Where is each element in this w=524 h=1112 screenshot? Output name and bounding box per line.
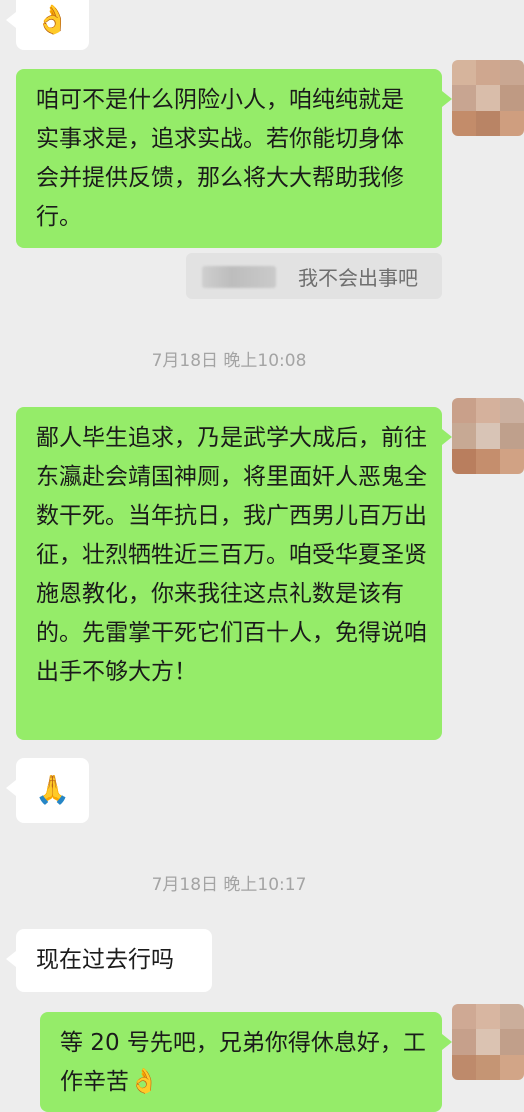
message-timestamp: 7月18日 晚上10:08 — [151, 351, 307, 371]
message-text: 咱可不是什么阴险小人，咱纯纯就是实事求是，追求实战。若你能切身体会并提供反馈，那… — [36, 87, 404, 230]
message-bubble-received[interactable]: 👌 — [6, 0, 89, 50]
message-bubble-sent[interactable]: 等 20 号先吧，兄弟你得休息好，工作辛苦👌 — [40, 1012, 452, 1112]
quoted-text: 我不会出事吧 — [298, 266, 418, 290]
quoted-sender-name-blurred — [202, 266, 276, 288]
message-text: 现在过去行吗 — [36, 947, 174, 973]
message-bubble-sent[interactable]: 鄙人毕生追求，乃是武学大成后，前往东瀛赴会靖国神厕，将里面奸人恶鬼全数干死。当年… — [16, 407, 452, 740]
message-text: 等 20 号先吧，兄弟你得休息好，工作辛苦 — [60, 1030, 426, 1095]
message-bubble-sent[interactable]: 咱可不是什么阴险小人，咱纯纯就是实事求是，追求实战。若你能切身体会并提供反馈，那… — [16, 69, 452, 248]
ok-hand-emoji: 👌 — [35, 3, 70, 36]
message-bubble-received[interactable]: 🙏 — [6, 758, 89, 823]
message-bubble-received[interactable]: 现在过去行吗 — [6, 929, 212, 992]
pray-emoji: 🙏 — [35, 773, 70, 806]
my-avatar[interactable] — [452, 1004, 524, 1080]
my-avatar[interactable] — [452, 60, 524, 136]
message-timestamp: 7月18日 晚上10:17 — [151, 875, 307, 895]
ok-hand-emoji: 👌 — [129, 1067, 159, 1095]
message-text: 鄙人毕生追求，乃是武学大成后，前往东瀛赴会靖国神厕，将里面奸人恶鬼全数干死。当年… — [36, 425, 427, 685]
quoted-message[interactable]: 我不会出事吧 — [186, 253, 442, 299]
my-avatar[interactable] — [452, 398, 524, 474]
